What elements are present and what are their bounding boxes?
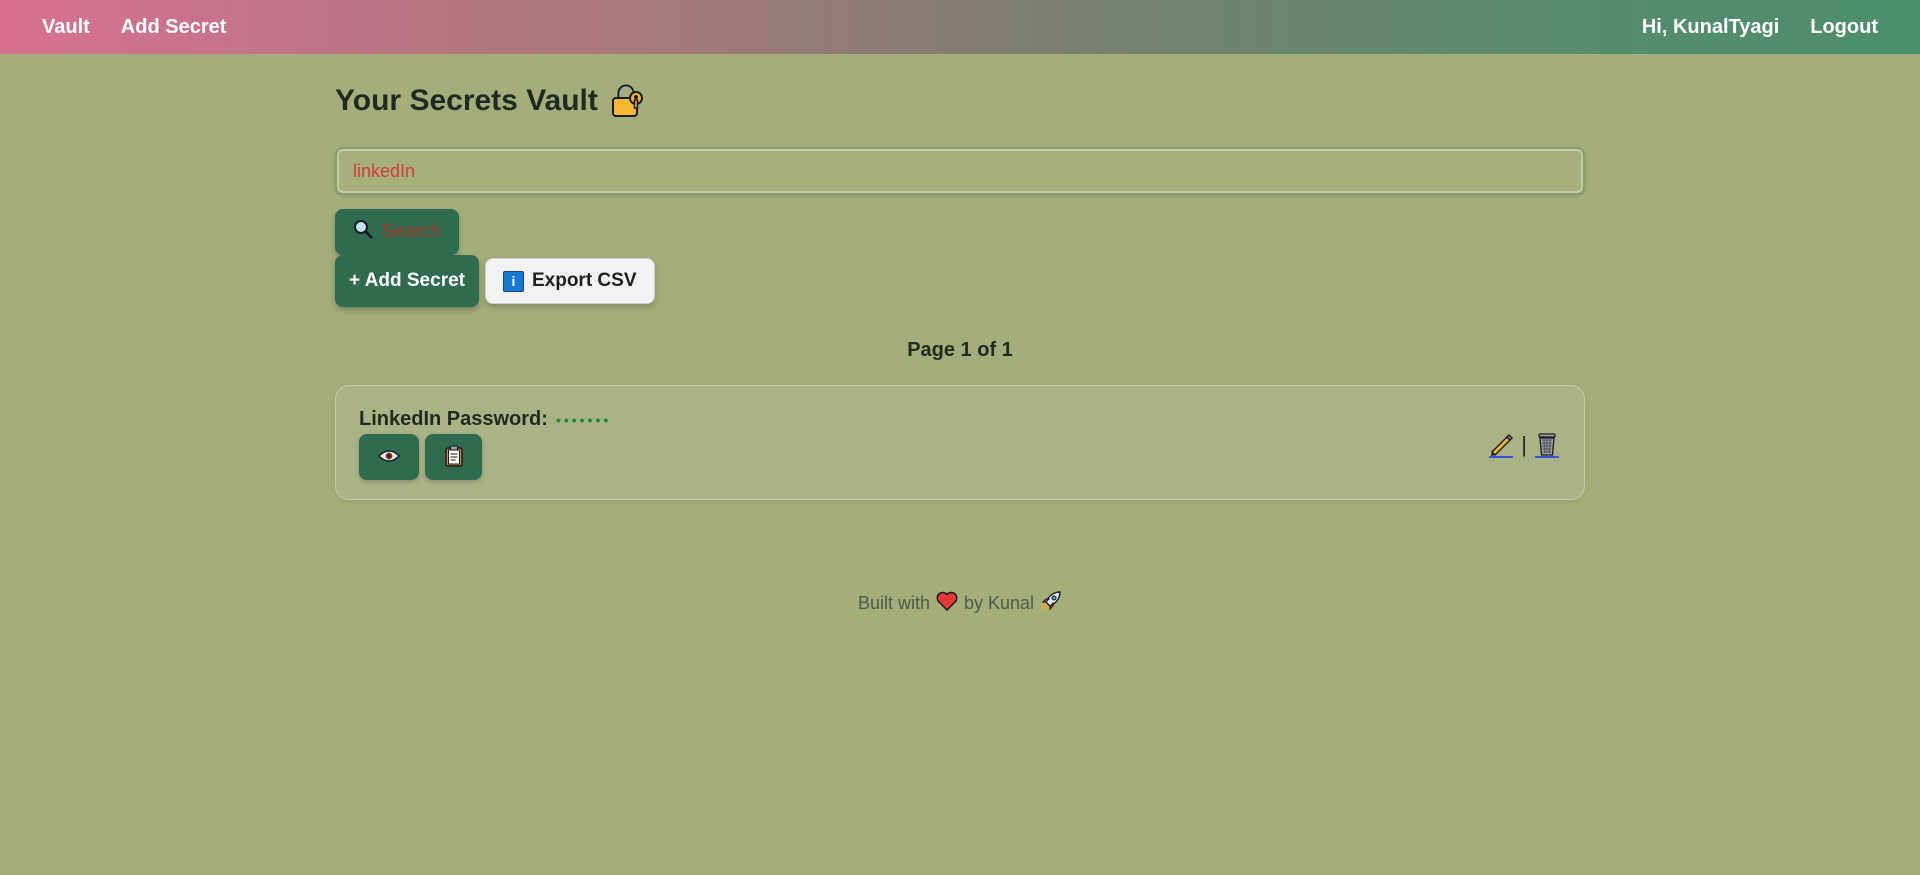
- nav-right: Hi, KunalTyagi Logout: [1642, 16, 1878, 39]
- secret-actions: [359, 434, 1561, 480]
- magnifier-icon: [353, 219, 373, 245]
- export-csv-label: Export CSV: [531, 270, 637, 291]
- separator: |: [1521, 432, 1527, 457]
- secret-masked-value: •••••••: [555, 411, 612, 428]
- info-icon: i: [502, 270, 524, 292]
- nav-left: Vault Add Secret: [42, 16, 226, 39]
- trash-icon[interactable]: [1533, 431, 1561, 459]
- nav-vault-link[interactable]: Vault: [42, 16, 90, 39]
- logout-link[interactable]: Logout: [1810, 16, 1878, 39]
- eye-icon: [377, 449, 401, 466]
- secret-label-row: LinkedIn Password : •••••••: [359, 408, 1561, 431]
- export-csv-button[interactable]: i Export CSV: [484, 258, 655, 304]
- main-content: Your Secrets Vault Search + Add Secret i: [335, 54, 1585, 500]
- page-title: Your Secrets Vault: [335, 84, 598, 117]
- secret-label: LinkedIn Password: [359, 408, 542, 430]
- footer-prefix: Built with: [857, 593, 930, 613]
- lock-icon: [608, 83, 644, 119]
- search-button-label: Search: [381, 221, 442, 242]
- clipboard-icon: [444, 445, 464, 470]
- copy-secret-button[interactable]: [425, 434, 482, 480]
- nav-add-secret-link[interactable]: Add Secret: [121, 16, 227, 39]
- add-secret-button[interactable]: + Add Secret: [335, 255, 479, 307]
- secret-colon: :: [541, 408, 548, 430]
- top-navbar: Vault Add Secret Hi, KunalTyagi Logout: [0, 0, 1920, 54]
- action-buttons-row: + Add Secret i Export CSV: [335, 255, 1585, 307]
- heart-icon: [936, 591, 958, 616]
- rocket-icon: [1040, 590, 1062, 617]
- footer: Built with by Kunal: [0, 590, 1920, 617]
- view-secret-button[interactable]: [359, 434, 419, 480]
- secret-card-right-actions: |: [1487, 431, 1561, 459]
- pencil-icon[interactable]: [1487, 431, 1515, 459]
- footer-suffix: by Kunal: [963, 593, 1035, 613]
- user-greeting: Hi, KunalTyagi: [1641, 15, 1780, 38]
- search-input[interactable]: [335, 147, 1585, 195]
- secret-card: LinkedIn Password : ••••••• |: [335, 385, 1585, 500]
- page-indicator: Page 1 of 1: [907, 339, 1013, 361]
- page-title-row: Your Secrets Vault: [335, 83, 1585, 119]
- search-button[interactable]: Search: [335, 209, 460, 255]
